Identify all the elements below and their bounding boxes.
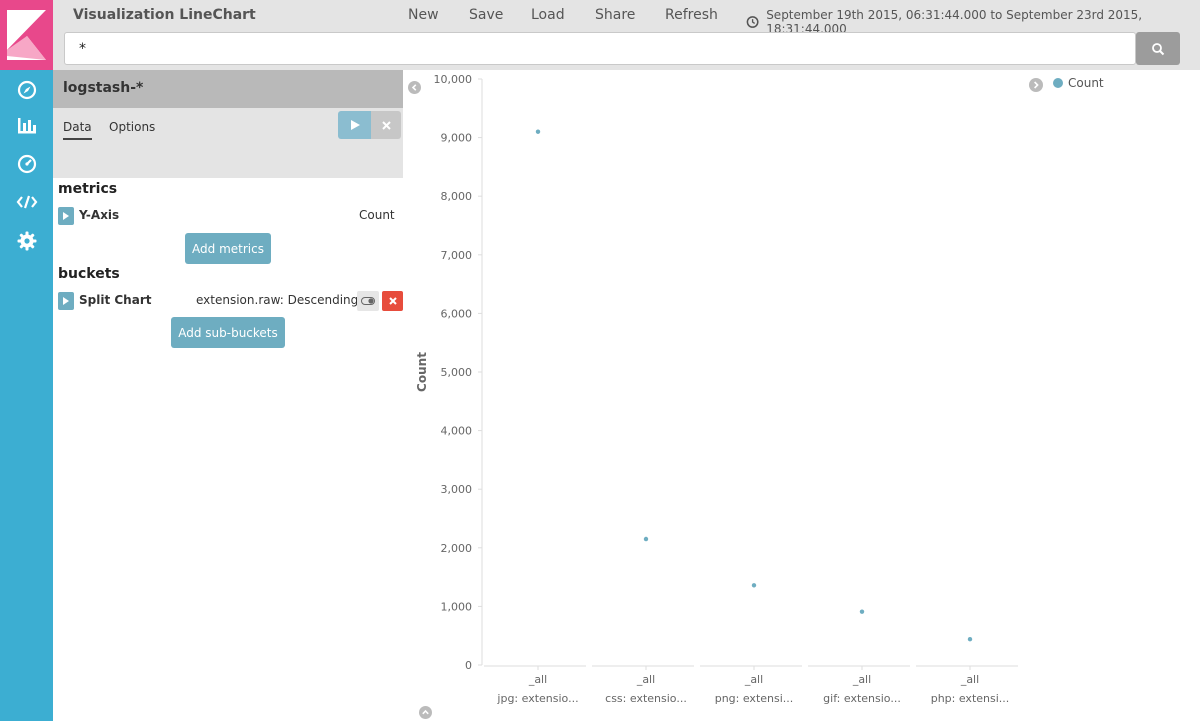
y-axis-tick-label: 5,000 [441,366,473,379]
metric-agg-toggle[interactable] [58,207,74,225]
data-point [643,536,649,542]
new-button[interactable]: New [408,7,439,23]
y-axis-tick-label: 1,000 [441,600,473,613]
toggle-icon [361,297,375,305]
discover-nav[interactable] [14,77,40,103]
top-bar: Visualization LineChart New Save Load Sh… [53,0,1200,70]
add-metrics-button[interactable]: Add metrics [185,233,271,264]
clock-icon [746,16,759,28]
add-sub-buckets-button[interactable]: Add sub-buckets [171,317,285,348]
y-axis-tick-label: 3,000 [441,483,473,496]
x-axis-tick-label: _all [960,673,979,686]
bar-chart-icon [18,118,36,134]
y-axis-tick-label: 9,000 [441,132,473,145]
refresh-button[interactable]: Refresh [665,7,718,23]
y-axis-tick-label: 8,000 [441,190,473,203]
bucket-agg-description: extension.raw: Descending [196,293,359,307]
remove-bucket-button[interactable] [382,291,403,311]
x-axis-tick-label: _all [744,673,763,686]
x-axis-tick-label: _all [852,673,871,686]
y-axis-title: Count [415,352,429,392]
close-icon [381,120,391,130]
panel-label: php: extensi... [931,692,1010,705]
chevron-up-icon [419,706,432,719]
legend-label: Count [1068,76,1104,90]
x-axis-tick-label: _all [528,673,547,686]
dashboard-nav[interactable] [14,151,40,177]
index-pattern-header: logstash-* [53,70,403,108]
legend-color-dot [1053,78,1063,88]
bucket-agg-title: Split Chart [79,293,152,307]
line-chart: 0 1,000 2,000 3,000 4,000 5,000 6,000 7,000 8,00… [415,73,1018,705]
data-point [967,637,973,642]
close-icon [388,297,397,305]
legend-toggle-button[interactable] [1029,77,1043,92]
metrics-section-title: metrics [58,181,118,197]
settings-nav[interactable] [14,228,40,254]
query-bar [64,32,1136,65]
metric-agg-description: Count [359,208,395,222]
data-point [859,609,865,614]
y-axis-tick-label: 4,000 [441,425,473,438]
search-icon [1152,42,1165,55]
page-title: Visualization LineChart [73,7,256,23]
editor-tabs: Data Options [53,108,403,178]
caret-right-icon [63,297,69,305]
devtools-nav[interactable] [14,189,40,215]
legend-item-count[interactable]: Count [1053,76,1104,90]
load-button[interactable]: Load [531,7,565,23]
bucket-agg-toggle[interactable] [58,292,74,310]
y-axis-tick-label: 2,000 [441,542,473,555]
save-button[interactable]: Save [469,7,503,23]
y-axis-tick-label: 6,000 [441,307,473,320]
visualize-nav[interactable] [14,113,40,139]
tab-data[interactable]: Data [63,120,92,140]
index-pattern-name: logstash-* [63,80,144,96]
x-axis-tick-label: _all [636,673,655,686]
panel-label: gif: extensio... [823,692,901,705]
kibana-logo[interactable] [0,0,53,70]
y-axis-tick-label: 10,000 [434,73,473,86]
collapse-bottom-button[interactable] [419,704,432,719]
tab-options[interactable]: Options [109,120,155,138]
kibana-logo-icon [7,10,46,60]
chart-area: 0 1,000 2,000 3,000 4,000 5,000 6,000 7,000 8,00… [403,70,1200,721]
buckets-section-title: buckets [58,266,120,282]
bucket-agg-row: Split Chart extension.raw: Descending [58,291,403,311]
data-point [751,583,757,588]
gear-icon [17,231,37,251]
chevron-right-icon [1029,78,1043,92]
apply-changes-button[interactable] [338,111,371,139]
data-point [535,129,541,134]
panel-label: css: extensio... [605,692,687,705]
metric-agg-title: Y-Axis [79,208,120,222]
vis-editor-sidebar: logstash-* Data Options metrics Y-Axis C… [53,70,403,721]
panel-label: png: extensi... [715,692,794,705]
left-nav [0,0,53,721]
code-icon [16,195,38,209]
y-axis-tick-label: 0 [465,659,472,672]
share-button[interactable]: Share [595,7,635,23]
play-icon [350,120,360,130]
caret-right-icon [63,212,69,220]
panel-label: jpg: extensio... [496,692,578,705]
compass-icon [17,80,37,100]
query-input[interactable] [65,33,1135,64]
discard-changes-button[interactable] [371,111,401,139]
dashboard-gauge-icon [17,154,37,174]
search-button[interactable] [1136,32,1180,65]
bucket-enable-toggle[interactable] [357,291,379,311]
metric-agg-row: Y-Axis Count [58,206,398,226]
y-axis-tick-label: 7,000 [441,249,473,262]
